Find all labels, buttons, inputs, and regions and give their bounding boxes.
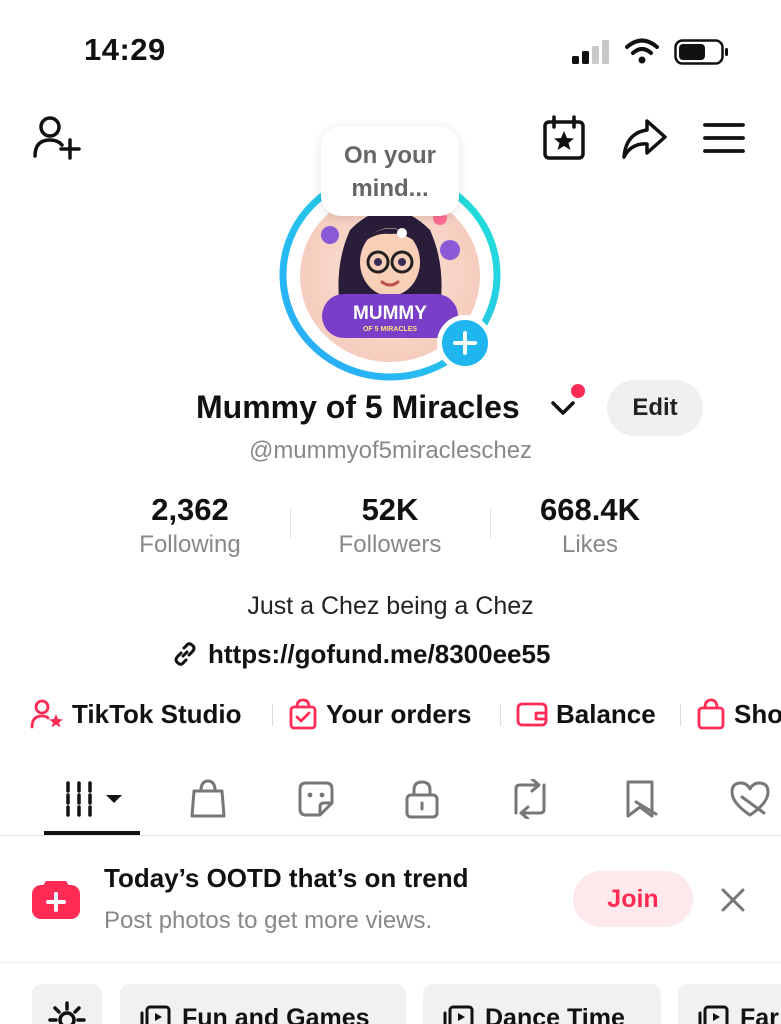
stat-followers-value: 52K [361, 492, 419, 527]
bag-icon [190, 779, 226, 818]
shortcut-divider [500, 704, 501, 726]
share-arrow-icon [622, 119, 667, 159]
playlist-label: Dance Time [485, 1004, 625, 1024]
tab-stickers[interactable] [288, 774, 344, 824]
shortcut-label: TikTok Studio [72, 698, 242, 729]
content-tabs [0, 760, 781, 836]
link-icon [174, 642, 196, 666]
avatar-logo-text: MUMMY [353, 303, 427, 324]
playlist-chip[interactable]: Far [678, 984, 781, 1024]
shop-bag-icon [697, 698, 725, 730]
banner-subtitle: Post photos to get more views. [104, 907, 433, 934]
grid-icon [66, 781, 122, 817]
stat-followers-label: Followers [338, 531, 442, 558]
heart-hidden-icon [730, 781, 770, 817]
photo-post-icon [32, 881, 80, 919]
note-bubble-line1: On your [343, 142, 436, 169]
stat-divider [490, 508, 491, 538]
shortcut-divider [272, 704, 273, 726]
edit-profile-button[interactable]: Edit [607, 380, 703, 436]
trend-banner: Today’s OOTD that’s on trend Post photos… [0, 837, 781, 963]
stat-following[interactable]: 2,362 Following [90, 492, 290, 562]
bookmark-icon [626, 780, 658, 818]
join-button[interactable]: Join [573, 871, 693, 927]
wifi-icon [625, 38, 659, 64]
active-tab-indicator [44, 831, 140, 835]
shortcut-tiktok-studio[interactable]: TikTok Studio [30, 694, 241, 734]
status-time: 14:29 [84, 32, 166, 67]
profile-stats: 2,362 Following 52K Followers 668.4K Lik… [0, 492, 781, 562]
hamburger-menu-icon [703, 123, 745, 153]
profile-bio: Just a Chez being a Chez [247, 592, 534, 620]
gear-icon [48, 1001, 86, 1024]
shortcut-divider [680, 704, 681, 726]
stat-followers[interactable]: 52K Followers [290, 492, 490, 562]
tab-private[interactable] [394, 774, 450, 824]
battery-icon [674, 39, 728, 65]
shortcut-label: Balance [556, 698, 656, 729]
wallet-icon [516, 702, 548, 727]
menu-button[interactable] [698, 112, 750, 164]
tab-shop[interactable] [180, 774, 236, 824]
notification-dot [571, 384, 585, 398]
playlist-icon [443, 1005, 474, 1024]
tab-reposts[interactable] [502, 774, 558, 824]
add-story-button[interactable] [437, 315, 493, 371]
shortcut-shop[interactable]: Sho [696, 694, 781, 734]
sticker-icon [298, 781, 334, 817]
tab-liked[interactable] [722, 774, 778, 824]
close-icon[interactable] [718, 885, 748, 915]
profile-handle: @mummyof5miracleschez [248, 437, 533, 464]
banner-title: Today’s OOTD that’s on trend [104, 863, 469, 893]
chevron-down-icon[interactable] [549, 398, 577, 418]
stat-following-label: Following [139, 531, 241, 558]
stat-likes[interactable]: 668.4K Likes [490, 492, 690, 562]
cellular-signal-icon [572, 40, 609, 64]
profile-link-text: https://gofund.me/8300ee55 [208, 638, 551, 669]
tab-favorites[interactable] [612, 774, 668, 824]
stat-likes-value: 668.4K [540, 492, 640, 527]
stat-divider [290, 508, 291, 538]
shopping-bag-check-icon [289, 698, 317, 730]
note-bubble-tail [397, 228, 407, 238]
stat-following-value: 2,362 [151, 492, 229, 527]
person-star-icon [30, 699, 63, 729]
repost-icon [514, 779, 546, 819]
calendar-star-icon [543, 115, 585, 160]
plus-icon [453, 331, 477, 355]
avatar-logo-subtext: OF 5 MIRACLES [363, 326, 417, 333]
tab-videos[interactable] [62, 774, 128, 824]
add-person-icon [33, 116, 81, 160]
note-bubble[interactable]: On your mind... [321, 126, 459, 216]
profile-link[interactable]: https://gofund.me/8300ee55 [172, 636, 550, 672]
playlist-chip[interactable]: Dance Time [423, 984, 661, 1024]
playlist-label: Far [740, 1004, 779, 1024]
playlist-settings-button[interactable] [32, 984, 102, 1024]
shortcut-label: Your orders [326, 698, 472, 729]
lock-icon [405, 780, 439, 819]
playlist-chip[interactable]: Fun and Games [120, 984, 406, 1024]
events-button[interactable] [538, 112, 590, 164]
stat-likes-label: Likes [561, 531, 619, 558]
add-friend-button[interactable] [30, 112, 82, 164]
playlist-label: Fun and Games [182, 1004, 370, 1024]
status-bar: 14:29 [0, 0, 781, 100]
shortcut-your-orders[interactable]: Your orders [288, 694, 471, 734]
shortcut-label: Sho [734, 698, 781, 729]
note-bubble-line2: mind... [351, 175, 429, 202]
share-profile-button[interactable] [618, 112, 670, 164]
profile-name[interactable]: Mummy of 5 Miracles [196, 389, 520, 426]
shortcut-row: TikTok Studio Your orders Balance Sho [30, 694, 781, 734]
shortcut-balance[interactable]: Balance [516, 694, 656, 734]
playlist-icon [140, 1005, 171, 1024]
playlist-icon [698, 1005, 729, 1024]
playlist-row: Fun and Games Dance Time Far [0, 984, 781, 1024]
